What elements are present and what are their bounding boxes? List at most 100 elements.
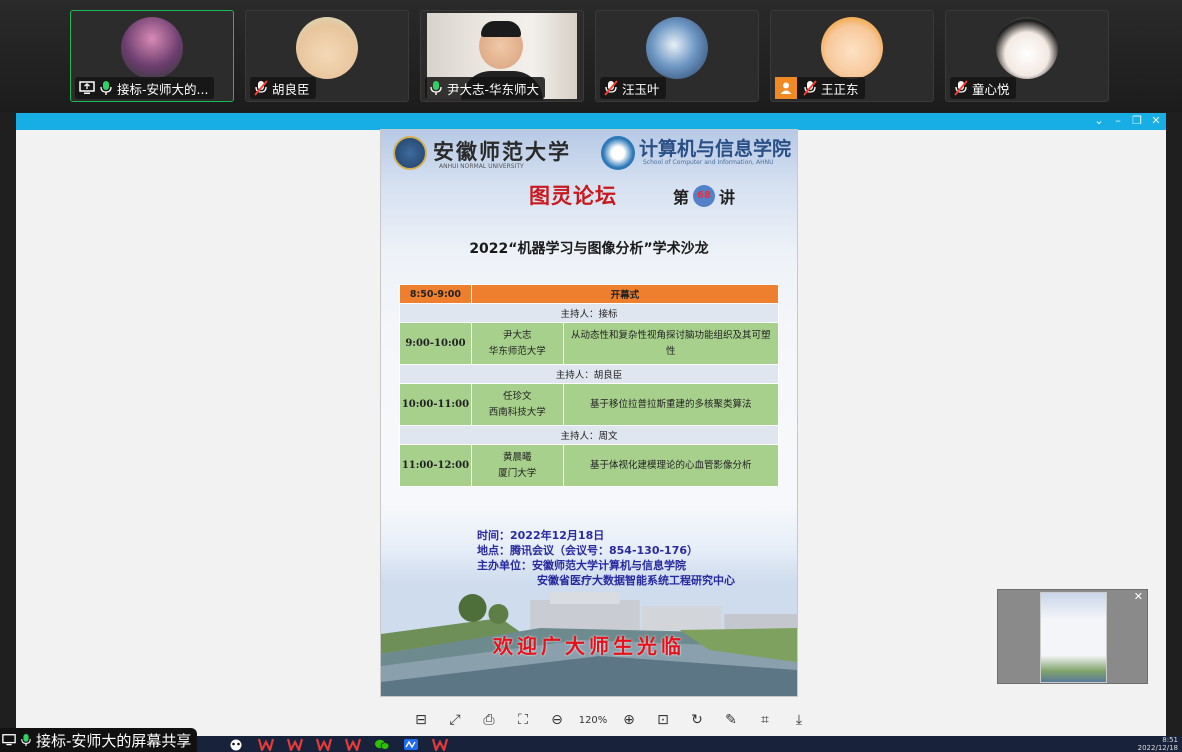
crop-icon[interactable]: ⌗: [748, 709, 782, 731]
talk-title: 基于移位拉普拉斯重建的多核聚类算法: [562, 383, 780, 426]
user-icon: [775, 77, 797, 99]
participant-name: 尹大志-华东师大: [447, 81, 540, 97]
participant-tile[interactable]: 汪玉叶: [595, 10, 759, 102]
ocr-icon[interactable]: ⎙: [472, 709, 506, 731]
meeting-app-icon[interactable]: [403, 738, 419, 751]
zoom-level: 120%: [578, 714, 608, 726]
thumbnail-navigator[interactable]: ✕: [997, 589, 1148, 684]
wps-icon[interactable]: [258, 738, 274, 751]
clock-date: 2022/12/18: [1137, 744, 1178, 752]
screen-share-banner[interactable]: 接标-安师大的屏幕共享: [0, 728, 198, 752]
mic-muted-icon: [254, 80, 268, 96]
participant-tile[interactable]: 尹大志-华东师大: [420, 10, 584, 102]
table-row: 8:50-9:00 开幕式: [399, 284, 780, 304]
forum-title: 图灵论坛: [529, 183, 617, 208]
restore-icon[interactable]: ❐: [1130, 114, 1144, 128]
talk-speaker: 黄晨曦 厦门大学: [470, 444, 564, 487]
event-time: 时间：2022年12月18日: [477, 529, 605, 542]
opening-time: 8:50-9:00: [399, 284, 472, 304]
talk-title: 基于体视化建模理论的心血管影像分析: [562, 444, 780, 487]
participant-name: 童心悦: [972, 81, 1010, 97]
university-seal-icon: [393, 136, 427, 170]
participant-tile[interactable]: 接标-安师大的...: [70, 10, 234, 102]
host-label: 主持人：胡良臣: [399, 364, 779, 384]
participant-tile[interactable]: 童心悦: [945, 10, 1109, 102]
avatar: [296, 17, 358, 79]
participant-name: 汪玉叶: [622, 81, 660, 97]
speaker-affiliation: 西南科技大学: [488, 406, 546, 418]
speaker-name: 黄晨曦: [502, 451, 532, 463]
mic-muted-icon: [803, 80, 817, 96]
mic-on-icon: [100, 81, 112, 95]
document-viewer: ⌄ – ❐ ✕ 安徽师范大学 ANHUI NORMAL UNIVERSITY 计…: [16, 113, 1166, 736]
participant-nameplate: 汪玉叶: [600, 77, 666, 99]
table-row: 11:00-12:00 黄晨曦 厦门大学 基于体视化建模理论的心血管影像分析: [399, 444, 780, 487]
thumbnail-page[interactable]: [1040, 592, 1107, 683]
talk-speaker: 尹大志 华东师范大学: [470, 322, 564, 365]
college-logo-icon: [601, 136, 635, 170]
participant-strip: 接标-安师大的... 胡良臣 尹大志-华东师大 汪玉叶 王正东 童心悦: [0, 0, 1182, 112]
speaker-affiliation: 华东师范大学: [488, 345, 546, 357]
participant-tile[interactable]: 王正东: [770, 10, 934, 102]
edit-icon[interactable]: ✎: [714, 709, 748, 731]
person-hair: [481, 21, 521, 37]
participant-name: 接标-安师大的...: [117, 81, 209, 97]
rotate-icon[interactable]: ↻: [680, 709, 714, 731]
college-name: 计算机与信息学院: [639, 138, 792, 160]
event-place: 地点：腾讯会议（会议号：854-130-176）: [477, 544, 699, 557]
college-name-en: School of Computer and Information, AHNU: [643, 159, 774, 166]
fullscreen-icon[interactable]: ⛶: [506, 709, 540, 731]
table-row: 主持人：接标: [399, 303, 779, 323]
host-label: 主持人：周文: [399, 425, 779, 445]
table-row: 10:00-11:00 任珍文 西南科技大学 基于移位拉普拉斯重建的多核聚类算法: [399, 383, 780, 426]
wps-icon[interactable]: [316, 738, 332, 751]
poster-page: 安徽师范大学 ANHUI NORMAL UNIVERSITY 计算机与信息学院 …: [380, 129, 798, 697]
event-organizer: 主办单位：安徽师范大学计算机与信息学院: [477, 559, 686, 572]
zoom-out-icon[interactable]: ⊖: [540, 709, 574, 731]
event-info: 时间：2022年12月18日 地点：腾讯会议（会议号：854-130-176） …: [477, 528, 735, 588]
wps-icon[interactable]: [345, 738, 361, 751]
wps-icon[interactable]: [432, 738, 448, 751]
viewer-titlebar: ⌄ – ❐ ✕: [16, 113, 1166, 130]
talk-speaker: 任珍文 西南科技大学: [470, 383, 564, 426]
speaker-name: 任珍文: [502, 390, 532, 402]
participant-tile[interactable]: 胡良臣: [245, 10, 409, 102]
welcome-text: 欢迎广大师生光临: [493, 634, 685, 658]
avatar: [646, 17, 708, 79]
speaker-affiliation: 厦门大学: [498, 467, 537, 479]
lecture-number: 第 68 讲: [673, 184, 735, 208]
zoom-in-icon[interactable]: ⊕: [612, 709, 646, 731]
actual-size-icon[interactable]: ⊡: [646, 709, 680, 731]
screen-share-icon: [79, 81, 95, 94]
speaker-name: 尹大志: [502, 329, 532, 341]
university-name-en: ANHUI NORMAL UNIVERSITY: [439, 163, 524, 170]
participant-name: 王正东: [821, 81, 859, 97]
screen-share-label: 接标-安师大的屏幕共享: [36, 731, 192, 750]
clock-time: 8:51: [1162, 736, 1178, 744]
participant-name: 胡良臣: [272, 81, 310, 97]
participant-nameplate: 胡良臣: [250, 77, 316, 99]
table-row: 主持人：周文: [399, 425, 779, 445]
panda-app-icon[interactable]: [228, 738, 244, 751]
wechat-icon[interactable]: [374, 738, 390, 751]
chevron-down-icon[interactable]: ⌄: [1092, 114, 1106, 128]
opening-label: 开幕式: [470, 284, 780, 304]
university-name: 安徽师范大学: [433, 139, 571, 164]
download-icon[interactable]: ⤓: [782, 709, 816, 731]
mic-muted-icon: [604, 80, 618, 96]
mic-on-icon: [430, 81, 442, 95]
lecture-suffix: 讲: [719, 188, 736, 207]
avatar: [821, 17, 883, 79]
avatar: [121, 17, 183, 79]
fit-screen-icon[interactable]: ⤢: [438, 709, 472, 731]
lecture-number-badge: 68: [693, 185, 716, 207]
close-icon[interactable]: ✕: [1134, 590, 1143, 603]
system-clock[interactable]: 8:51 2022/12/18: [1128, 736, 1178, 752]
participant-nameplate: 童心悦: [950, 77, 1016, 99]
close-icon[interactable]: ✕: [1149, 114, 1163, 128]
page-layout-icon[interactable]: ⊟: [404, 709, 438, 731]
salon-title: 2022“机器学习与图像分析”学术沙龙: [469, 241, 709, 257]
minimize-icon[interactable]: –: [1111, 114, 1125, 128]
wps-icon[interactable]: [287, 738, 303, 751]
lecture-prefix: 第: [673, 188, 690, 207]
